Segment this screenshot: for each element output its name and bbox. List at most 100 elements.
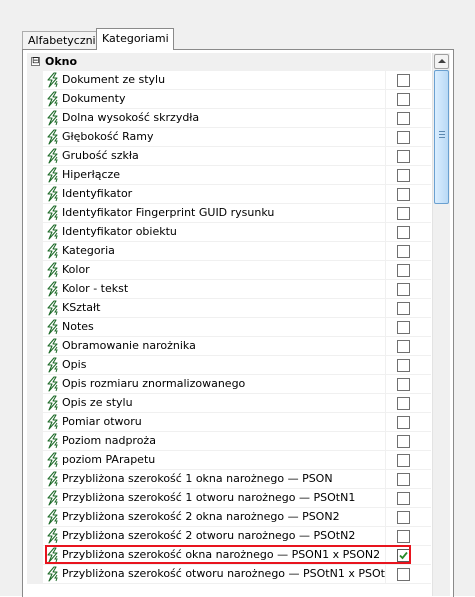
checkbox[interactable] (397, 93, 410, 106)
property-value-cell (386, 261, 431, 279)
property-name-cell[interactable]: Głębokość Ramy (43, 128, 386, 146)
property-row[interactable]: Przybliżona szerokość 1 otworu narożnego… (27, 489, 431, 508)
checkbox[interactable] (397, 378, 410, 391)
property-row[interactable]: Opis ze stylu (27, 394, 431, 413)
tab-kategoriami[interactable]: Kategoriami (96, 28, 174, 50)
property-value-cell (386, 318, 431, 336)
property-name-cell[interactable]: Poziom nadproża (43, 432, 386, 450)
checkbox[interactable] (397, 511, 410, 524)
property-name-cell[interactable]: Przybliżona szerokość 2 okna narożnego —… (43, 508, 386, 526)
property-name-cell[interactable]: Identyfikator Fingerprint GUID rysunku (43, 204, 386, 222)
property-row[interactable]: Dolna wysokość skrzydła (27, 109, 431, 128)
lightning-parameter-icon (45, 509, 62, 525)
checkbox[interactable] (397, 416, 410, 429)
checkbox[interactable] (397, 283, 410, 296)
property-name-cell[interactable]: Przybliżona szerokość okna narożnego — P… (43, 546, 386, 564)
checkbox[interactable] (397, 302, 410, 315)
checkbox[interactable] (397, 568, 410, 581)
checkbox[interactable] (397, 530, 410, 543)
property-row[interactable]: Opis rozmiaru znormalizowanego (27, 375, 431, 394)
checkbox[interactable] (397, 397, 410, 410)
property-name-cell[interactable]: Opis ze stylu (43, 394, 386, 412)
property-name-cell[interactable]: Przybliżona szerokość otworu narożnego —… (43, 565, 386, 583)
checkbox[interactable] (397, 321, 410, 334)
checkbox[interactable] (397, 150, 410, 163)
property-row[interactable]: Pomiar otworu (27, 413, 431, 432)
checkbox[interactable] (397, 131, 410, 144)
property-name-cell[interactable]: Notes (43, 318, 386, 336)
scroll-up-button[interactable] (434, 54, 449, 69)
property-name-cell[interactable]: Kolor - tekst (43, 280, 386, 298)
property-name-cell[interactable]: Opis rozmiaru znormalizowanego (43, 375, 386, 393)
checkbox[interactable] (397, 359, 410, 372)
vertical-scrollbar[interactable] (432, 53, 450, 596)
property-row[interactable]: Identyfikator Fingerprint GUID rysunku (27, 204, 431, 223)
property-name-cell[interactable]: Przybliżona szerokość 1 okna narożnego —… (43, 470, 386, 488)
property-name-cell[interactable]: Identyfikator obiektu (43, 223, 386, 241)
property-row[interactable]: Hiperłącze (27, 166, 431, 185)
row-gutter (27, 337, 43, 356)
property-label: Identyfikator obiektu (62, 225, 177, 238)
property-row[interactable]: Kategoria (27, 242, 431, 261)
property-name-cell[interactable]: Kategoria (43, 242, 386, 260)
property-name-cell[interactable]: Dokument ze stylu (43, 71, 386, 89)
property-name-cell[interactable]: Kolor (43, 261, 386, 279)
property-row[interactable]: Grubość szkła (27, 147, 431, 166)
row-gutter (27, 204, 43, 223)
property-label: Opis ze stylu (62, 396, 133, 409)
checkbox[interactable] (397, 188, 410, 201)
property-row[interactable]: Dokumenty (27, 90, 431, 109)
property-name-cell[interactable]: Przybliżona szerokość 1 otworu narożnego… (43, 489, 386, 507)
property-row[interactable]: Kolor - tekst (27, 280, 431, 299)
checkbox[interactable] (397, 112, 410, 125)
property-row[interactable]: Przybliżona szerokość otworu narożnego —… (27, 565, 431, 584)
tab-alfabetycznie[interactable]: Alfabetycznie (22, 31, 102, 49)
property-row[interactable]: Poziom nadproża (27, 432, 431, 451)
property-row[interactable]: Opis (27, 356, 431, 375)
checkbox[interactable] (397, 264, 410, 277)
property-row[interactable]: Przybliżona szerokość 2 okna narożnego —… (27, 508, 431, 527)
lightning-parameter-icon (45, 167, 62, 183)
property-row[interactable]: KSztałt (27, 299, 431, 318)
property-name-cell[interactable]: Pomiar otworu (43, 413, 386, 431)
property-row[interactable]: Dokument ze stylu (27, 71, 431, 90)
category-header-okno[interactable]: ⊟ Okno (27, 53, 431, 71)
property-row[interactable]: Identyfikator obiektu (27, 223, 431, 242)
property-name-cell[interactable]: Grubość szkła (43, 147, 386, 165)
checkbox[interactable] (397, 169, 410, 182)
checkbox[interactable] (397, 492, 410, 505)
checkbox[interactable] (397, 435, 410, 448)
property-label: Identyfikator Fingerprint GUID rysunku (62, 206, 275, 219)
property-name-cell[interactable]: poziom PArapetu (43, 451, 386, 469)
checkbox[interactable] (397, 226, 410, 239)
property-name-cell[interactable]: Przybliżona szerokość 2 otworu narożnego… (43, 527, 386, 545)
property-row[interactable]: Identyfikator (27, 185, 431, 204)
property-row[interactable]: Przybliżona szerokość okna narożnego — P… (27, 546, 431, 565)
checkbox[interactable] (397, 340, 410, 353)
checkbox[interactable] (397, 207, 410, 220)
property-row[interactable]: Notes (27, 318, 431, 337)
property-row[interactable]: Kolor (27, 261, 431, 280)
property-name-cell[interactable]: Identyfikator (43, 185, 386, 203)
checkbox[interactable] (397, 454, 410, 467)
checkbox[interactable] (397, 473, 410, 486)
property-row[interactable]: Przybliżona szerokość 2 otworu narożnego… (27, 527, 431, 546)
property-row[interactable]: poziom PArapetu (27, 451, 431, 470)
checkbox-checked[interactable] (397, 549, 410, 562)
property-name-cell[interactable]: Dolna wysokość skrzydła (43, 109, 386, 127)
property-row[interactable]: Obramowanie narożnika (27, 337, 431, 356)
row-gutter (27, 375, 43, 394)
property-name-cell[interactable]: Dokumenty (43, 90, 386, 108)
property-name-cell[interactable]: Obramowanie narożnika (43, 337, 386, 355)
property-row[interactable]: Przybliżona szerokość 1 okna narożnego —… (27, 470, 431, 489)
property-name-cell[interactable]: Hiperłącze (43, 166, 386, 184)
collapse-toggle-icon[interactable]: ⊟ (31, 57, 40, 66)
property-value-cell (386, 508, 431, 526)
property-row[interactable]: Głębokość Ramy (27, 128, 431, 147)
checkbox[interactable] (397, 74, 410, 87)
property-name-cell[interactable]: Opis (43, 356, 386, 374)
checkbox[interactable] (397, 245, 410, 258)
scrollbar-thumb[interactable] (434, 70, 449, 204)
property-name-cell[interactable]: KSztałt (43, 299, 386, 317)
row-gutter (27, 185, 43, 204)
